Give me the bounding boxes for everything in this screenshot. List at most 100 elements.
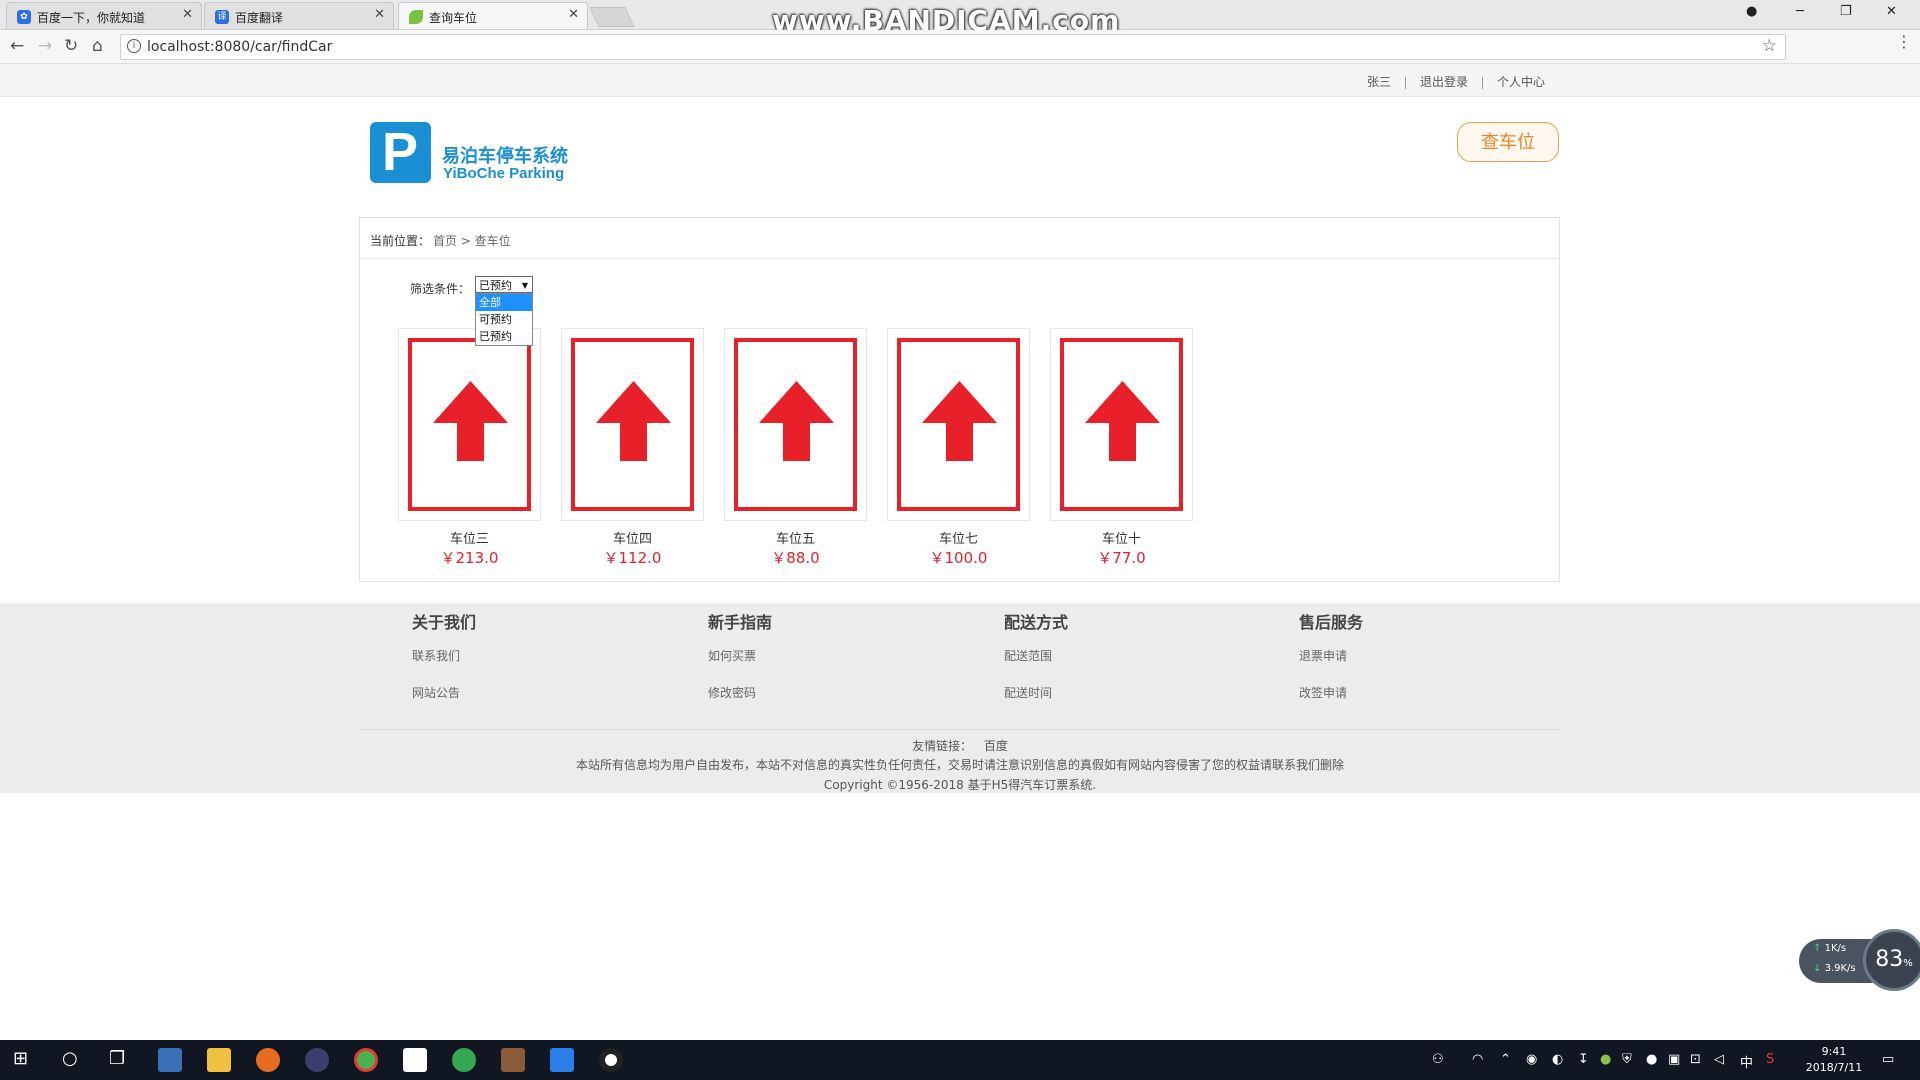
volume-icon[interactable]: ◁ (1714, 1052, 1724, 1067)
parking-space-price: ￥77.0 (1097, 549, 1146, 567)
profile-link[interactable]: 个人中心 (1497, 75, 1545, 89)
forward-icon[interactable]: → (38, 36, 52, 56)
tab-title: 查询车位 (429, 11, 478, 25)
new-tab-button[interactable] (589, 7, 635, 27)
file-explorer-icon[interactable] (207, 1048, 231, 1072)
back-icon[interactable]: ← (10, 36, 24, 56)
game-app-icon[interactable] (501, 1048, 525, 1072)
footer-link[interactable]: 配送范围 (1004, 647, 1068, 664)
baidu-paw-icon: ✿ (17, 10, 31, 24)
parking-space-card[interactable] (724, 328, 867, 521)
notification-icon[interactable]: ▭ (1882, 1052, 1894, 1067)
tray-blue-icon[interactable]: ● (1646, 1052, 1657, 1067)
tray-green-icon[interactable]: ● (1600, 1052, 1611, 1067)
footer-column-service: 售后服务 退票申请 改签申请 (1299, 609, 1363, 721)
minimize-icon[interactable]: ─ (1796, 4, 1804, 19)
parking-space-name: 车位三 (449, 532, 489, 547)
sogou-input-icon[interactable]: S (1766, 1052, 1774, 1067)
computer-app-icon[interactable] (158, 1048, 182, 1072)
close-icon[interactable]: ✕ (568, 7, 579, 22)
up-arrow-icon (433, 381, 508, 461)
thermometer-icon[interactable]: ↧ (1578, 1052, 1589, 1067)
bookmark-star-icon[interactable]: ☆ (1762, 36, 1777, 56)
parking-space-card[interactable] (887, 328, 1030, 521)
parking-space-card[interactable] (1050, 328, 1193, 521)
arrow-down-icon: ↓ (1813, 963, 1822, 974)
browser-menu-icon[interactable]: ⋮ (1896, 32, 1912, 51)
firefox-icon[interactable] (256, 1048, 280, 1072)
home-icon[interactable]: ⌂ (92, 36, 103, 56)
divider (1404, 76, 1406, 89)
filter-option-reserved[interactable]: 已预约 (476, 328, 532, 345)
footer-link[interactable]: 联系我们 (412, 647, 476, 664)
close-window-icon[interactable]: ✕ (1886, 4, 1897, 19)
footer-copyright: Copyright ©1956-2018 基于H5得汽车订票系统. (823, 778, 1097, 792)
friend-link-baidu[interactable]: 百度 (984, 739, 1008, 753)
footer-link[interactable]: 配送时间 (1004, 684, 1068, 701)
close-icon[interactable]: ✕ (182, 7, 193, 22)
ime-indicator[interactable]: 中 (1740, 1052, 1753, 1071)
clock-time: 9:41 (1821, 1045, 1847, 1058)
tab-find-car[interactable]: 查询车位 ✕ (398, 2, 588, 29)
browser-tabstrip: ✿ 百度一下，你就知道 ✕ 译 百度翻译 ✕ 查询车位 ✕ www.BANDIC… (0, 0, 1920, 37)
qq-icon[interactable]: ◉ (1526, 1052, 1537, 1067)
parking-space-price: ￥213.0 (440, 549, 499, 567)
filter-dropdown: 全部 可预约 已预约 (475, 293, 533, 346)
chrome-alt-icon[interactable] (452, 1048, 476, 1072)
parking-space-card[interactable] (398, 328, 541, 521)
cortana-icon[interactable]: ○ (62, 1048, 78, 1069)
footer-link[interactable]: 如何买票 (708, 647, 772, 664)
tray-window-icon[interactable]: ▣ (1668, 1052, 1680, 1067)
footer-link[interactable]: 修改密码 (708, 684, 772, 701)
breadcrumb-path[interactable]: 首页 > 查车位 (433, 232, 511, 249)
username-link[interactable]: 张三 (1367, 75, 1391, 89)
tray-app-icon[interactable]: ◐ (1552, 1052, 1563, 1067)
eclipse-icon[interactable] (305, 1048, 329, 1072)
footer-link[interactable]: 改签申请 (1299, 684, 1363, 701)
info-icon[interactable]: i (127, 39, 141, 53)
system-clock[interactable]: 9:41 2018/7/11 (1800, 1044, 1868, 1076)
profile-icon[interactable]: ● (1746, 4, 1757, 19)
clock-date: 2018/7/11 (1805, 1061, 1863, 1074)
filter-option-all[interactable]: 全部 (476, 294, 532, 311)
up-arrow-icon (922, 381, 997, 461)
footer-column-title: 关于我们 (412, 613, 477, 632)
close-icon[interactable]: ✕ (374, 7, 385, 22)
people-icon[interactable]: ⚇ (1432, 1052, 1444, 1067)
parking-space-price: ￥100.0 (929, 549, 988, 567)
filter-select[interactable]: 已预约 ▼ (475, 276, 533, 293)
windows-start-icon[interactable]: ⊞ (13, 1048, 28, 1069)
parking-space-card[interactable] (561, 328, 704, 521)
footer-column-title: 售后服务 (1299, 613, 1364, 632)
network-icon[interactable]: ⊡ (1690, 1052, 1701, 1067)
parking-space-price: ￥112.0 (603, 549, 662, 567)
tab-baidu-translate[interactable]: 译 百度翻译 ✕ (204, 2, 394, 29)
leaf-icon (409, 10, 423, 24)
logout-link[interactable]: 退出登录 (1420, 75, 1468, 89)
tab-title: 百度一下，你就知道 (37, 11, 146, 25)
filter-option-available[interactable]: 可预约 (476, 311, 532, 328)
parking-space-name: 车位七 (938, 532, 978, 547)
chrome-icon[interactable] (354, 1048, 378, 1072)
wifi-icon[interactable]: ◠ (1472, 1052, 1483, 1067)
footer-column-title: 配送方式 (1004, 613, 1069, 632)
restore-icon[interactable]: ❐ (1840, 4, 1852, 19)
address-bar[interactable]: i localhost:8080/car/findCar ☆ (120, 34, 1786, 60)
divider (1481, 76, 1483, 89)
arrow-up-icon: ↑ (1813, 943, 1822, 954)
tab-baidu[interactable]: ✿ 百度一下，你就知道 ✕ (6, 2, 202, 29)
memory-gauge[interactable]: 83% (1863, 929, 1920, 991)
footer-link[interactable]: 网站公告 (412, 684, 476, 701)
find-parking-button[interactable]: 查车位 (1457, 122, 1559, 162)
footer-link[interactable]: 退票申请 (1299, 647, 1363, 664)
friend-links-label: 友情链接： (912, 739, 973, 753)
baidu-netdisk-icon[interactable] (403, 1048, 427, 1072)
wps-writer-icon[interactable] (550, 1048, 574, 1072)
reload-icon[interactable]: ↻ (64, 36, 78, 56)
shield-icon[interactable]: ⛨ (1622, 1052, 1632, 1067)
chevron-up-icon[interactable]: ⌃ (1500, 1052, 1511, 1067)
task-view-icon[interactable]: ❐ (109, 1048, 125, 1069)
record-icon[interactable] (599, 1048, 623, 1072)
parking-space-price: ￥88.0 (771, 549, 820, 567)
logo-subtitle: YiBoChe Parking (443, 165, 565, 182)
